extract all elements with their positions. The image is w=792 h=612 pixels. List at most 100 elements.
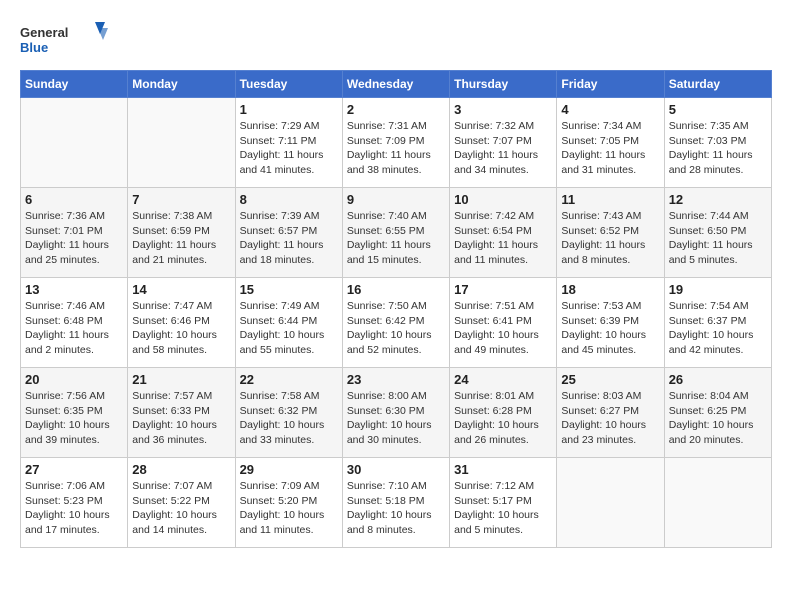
day-info: Sunrise: 7:42 AM Sunset: 6:54 PM Dayligh… bbox=[454, 209, 552, 268]
day-info: Sunrise: 7:54 AM Sunset: 6:37 PM Dayligh… bbox=[669, 299, 767, 358]
calendar-cell: 14 Sunrise: 7:47 AM Sunset: 6:46 PM Dayli… bbox=[128, 278, 235, 368]
calendar-cell: 31Sunrise: 7:12 AM Sunset: 5:17 PM Dayli… bbox=[450, 458, 557, 548]
calendar-week-row: 6 Sunrise: 7:36 AM Sunset: 7:01 PM Daylig… bbox=[21, 188, 772, 278]
day-number: 23 bbox=[347, 372, 445, 387]
calendar-cell: 13 Sunrise: 7:46 AM Sunset: 6:48 PM Dayli… bbox=[21, 278, 128, 368]
weekday-header: Sunday bbox=[21, 71, 128, 98]
day-number: 6 bbox=[25, 192, 123, 207]
logo-icon: General Blue bbox=[20, 20, 110, 60]
day-number: 17 bbox=[454, 282, 552, 297]
day-info: Sunrise: 7:36 AM Sunset: 7:01 PM Dayligh… bbox=[25, 209, 123, 268]
calendar-cell: 8 Sunrise: 7:39 AM Sunset: 6:57 PM Daylig… bbox=[235, 188, 342, 278]
day-number: 19 bbox=[669, 282, 767, 297]
calendar-cell: 22 Sunrise: 7:58 AM Sunset: 6:32 PM Dayli… bbox=[235, 368, 342, 458]
day-info: Sunrise: 7:38 AM Sunset: 6:59 PM Dayligh… bbox=[132, 209, 230, 268]
day-number: 20 bbox=[25, 372, 123, 387]
page-header: General Blue bbox=[20, 20, 772, 60]
weekday-header: Friday bbox=[557, 71, 664, 98]
day-info: Sunrise: 7:49 AM Sunset: 6:44 PM Dayligh… bbox=[240, 299, 338, 358]
calendar-cell: 5 Sunrise: 7:35 AM Sunset: 7:03 PM Daylig… bbox=[664, 98, 771, 188]
calendar-week-row: 27 Sunrise: 7:06 AM Sunset: 5:23 PM Dayli… bbox=[21, 458, 772, 548]
day-info: Sunrise: 7:09 AM Sunset: 5:20 PM Dayligh… bbox=[240, 479, 338, 538]
day-number: 22 bbox=[240, 372, 338, 387]
calendar-cell: 21Sunrise: 7:57 AM Sunset: 6:33 PM Dayli… bbox=[128, 368, 235, 458]
day-number: 3 bbox=[454, 102, 552, 117]
day-info: Sunrise: 8:03 AM Sunset: 6:27 PM Dayligh… bbox=[561, 389, 659, 448]
day-number: 26 bbox=[669, 372, 767, 387]
day-number: 11 bbox=[561, 192, 659, 207]
calendar-cell: 7 Sunrise: 7:38 AM Sunset: 6:59 PM Daylig… bbox=[128, 188, 235, 278]
day-info: Sunrise: 7:39 AM Sunset: 6:57 PM Dayligh… bbox=[240, 209, 338, 268]
day-number: 4 bbox=[561, 102, 659, 117]
day-info: Sunrise: 8:00 AM Sunset: 6:30 PM Dayligh… bbox=[347, 389, 445, 448]
calendar-cell: 16 Sunrise: 7:50 AM Sunset: 6:42 PM Dayli… bbox=[342, 278, 449, 368]
day-number: 5 bbox=[669, 102, 767, 117]
day-info: Sunrise: 7:34 AM Sunset: 7:05 PM Dayligh… bbox=[561, 119, 659, 178]
day-number: 1 bbox=[240, 102, 338, 117]
calendar-cell bbox=[21, 98, 128, 188]
calendar-cell bbox=[557, 458, 664, 548]
calendar-week-row: 20 Sunrise: 7:56 AM Sunset: 6:35 PM Dayli… bbox=[21, 368, 772, 458]
day-info: Sunrise: 7:51 AM Sunset: 6:41 PM Dayligh… bbox=[454, 299, 552, 358]
calendar-cell: 15Sunrise: 7:49 AM Sunset: 6:44 PM Dayli… bbox=[235, 278, 342, 368]
weekday-header: Monday bbox=[128, 71, 235, 98]
calendar-cell: 2Sunrise: 7:31 AM Sunset: 7:09 PM Daylig… bbox=[342, 98, 449, 188]
day-number: 27 bbox=[25, 462, 123, 477]
day-info: Sunrise: 7:10 AM Sunset: 5:18 PM Dayligh… bbox=[347, 479, 445, 538]
day-number: 7 bbox=[132, 192, 230, 207]
day-info: Sunrise: 7:58 AM Sunset: 6:32 PM Dayligh… bbox=[240, 389, 338, 448]
day-number: 16 bbox=[347, 282, 445, 297]
calendar-cell: 3Sunrise: 7:32 AM Sunset: 7:07 PM Daylig… bbox=[450, 98, 557, 188]
calendar-week-row: 1 Sunrise: 7:29 AM Sunset: 7:11 PM Daylig… bbox=[21, 98, 772, 188]
calendar-cell: 11 Sunrise: 7:43 AM Sunset: 6:52 PM Dayli… bbox=[557, 188, 664, 278]
svg-text:General: General bbox=[20, 25, 68, 40]
day-info: Sunrise: 7:50 AM Sunset: 6:42 PM Dayligh… bbox=[347, 299, 445, 358]
day-info: Sunrise: 7:12 AM Sunset: 5:17 PM Dayligh… bbox=[454, 479, 552, 538]
calendar-cell: 18 Sunrise: 7:53 AM Sunset: 6:39 PM Dayli… bbox=[557, 278, 664, 368]
calendar-table: SundayMondayTuesdayWednesdayThursdayFrid… bbox=[20, 70, 772, 548]
calendar-cell: 26 Sunrise: 8:04 AM Sunset: 6:25 PM Dayli… bbox=[664, 368, 771, 458]
day-info: Sunrise: 7:57 AM Sunset: 6:33 PM Dayligh… bbox=[132, 389, 230, 448]
day-number: 12 bbox=[669, 192, 767, 207]
day-info: Sunrise: 8:04 AM Sunset: 6:25 PM Dayligh… bbox=[669, 389, 767, 448]
day-number: 24 bbox=[454, 372, 552, 387]
day-info: Sunrise: 7:31 AM Sunset: 7:09 PM Dayligh… bbox=[347, 119, 445, 178]
calendar-week-row: 13 Sunrise: 7:46 AM Sunset: 6:48 PM Dayli… bbox=[21, 278, 772, 368]
day-info: Sunrise: 7:56 AM Sunset: 6:35 PM Dayligh… bbox=[25, 389, 123, 448]
svg-text:Blue: Blue bbox=[20, 40, 48, 55]
day-info: Sunrise: 7:44 AM Sunset: 6:50 PM Dayligh… bbox=[669, 209, 767, 268]
day-number: 14 bbox=[132, 282, 230, 297]
logo: General Blue bbox=[20, 20, 110, 60]
day-number: 30 bbox=[347, 462, 445, 477]
weekday-header: Wednesday bbox=[342, 71, 449, 98]
day-number: 28 bbox=[132, 462, 230, 477]
calendar-cell: 24Sunrise: 8:01 AM Sunset: 6:28 PM Dayli… bbox=[450, 368, 557, 458]
calendar-cell: 27 Sunrise: 7:06 AM Sunset: 5:23 PM Dayli… bbox=[21, 458, 128, 548]
day-number: 8 bbox=[240, 192, 338, 207]
day-number: 29 bbox=[240, 462, 338, 477]
day-info: Sunrise: 7:29 AM Sunset: 7:11 PM Dayligh… bbox=[240, 119, 338, 178]
day-number: 9 bbox=[347, 192, 445, 207]
calendar-cell: 19 Sunrise: 7:54 AM Sunset: 6:37 PM Dayli… bbox=[664, 278, 771, 368]
calendar-cell: 30 Sunrise: 7:10 AM Sunset: 5:18 PM Dayli… bbox=[342, 458, 449, 548]
calendar-cell: 29 Sunrise: 7:09 AM Sunset: 5:20 PM Dayli… bbox=[235, 458, 342, 548]
calendar-cell: 20 Sunrise: 7:56 AM Sunset: 6:35 PM Dayli… bbox=[21, 368, 128, 458]
day-info: Sunrise: 7:47 AM Sunset: 6:46 PM Dayligh… bbox=[132, 299, 230, 358]
calendar-cell: 4 Sunrise: 7:34 AM Sunset: 7:05 PM Daylig… bbox=[557, 98, 664, 188]
day-number: 13 bbox=[25, 282, 123, 297]
day-info: Sunrise: 7:43 AM Sunset: 6:52 PM Dayligh… bbox=[561, 209, 659, 268]
calendar-cell: 25Sunrise: 8:03 AM Sunset: 6:27 PM Dayli… bbox=[557, 368, 664, 458]
day-info: Sunrise: 7:35 AM Sunset: 7:03 PM Dayligh… bbox=[669, 119, 767, 178]
day-info: Sunrise: 7:06 AM Sunset: 5:23 PM Dayligh… bbox=[25, 479, 123, 538]
weekday-header: Thursday bbox=[450, 71, 557, 98]
calendar-cell: 1 Sunrise: 7:29 AM Sunset: 7:11 PM Daylig… bbox=[235, 98, 342, 188]
day-info: Sunrise: 7:40 AM Sunset: 6:55 PM Dayligh… bbox=[347, 209, 445, 268]
day-info: Sunrise: 7:46 AM Sunset: 6:48 PM Dayligh… bbox=[25, 299, 123, 358]
day-number: 18 bbox=[561, 282, 659, 297]
calendar-cell: 28 Sunrise: 7:07 AM Sunset: 5:22 PM Dayli… bbox=[128, 458, 235, 548]
day-info: Sunrise: 7:53 AM Sunset: 6:39 PM Dayligh… bbox=[561, 299, 659, 358]
calendar-cell: 17 Sunrise: 7:51 AM Sunset: 6:41 PM Dayli… bbox=[450, 278, 557, 368]
calendar-cell: 12 Sunrise: 7:44 AM Sunset: 6:50 PM Dayli… bbox=[664, 188, 771, 278]
day-info: Sunrise: 7:07 AM Sunset: 5:22 PM Dayligh… bbox=[132, 479, 230, 538]
calendar-cell: 6 Sunrise: 7:36 AM Sunset: 7:01 PM Daylig… bbox=[21, 188, 128, 278]
